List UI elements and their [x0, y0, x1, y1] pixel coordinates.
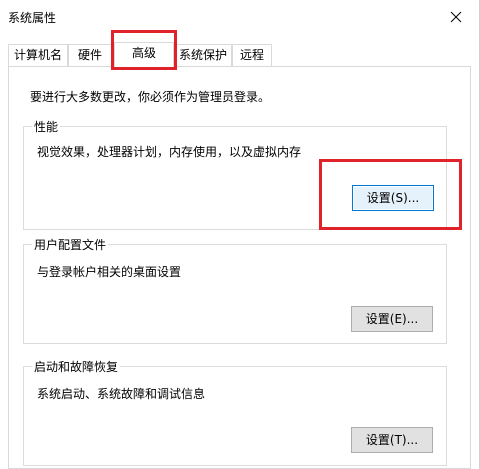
startup-recovery-group-title: 启动和故障恢复	[32, 358, 121, 375]
startup-recovery-description: 系统启动、系统故障和调试信息	[37, 387, 206, 401]
performance-settings-button[interactable]: 设置(S)...	[352, 185, 434, 211]
startup-recovery-settings-button[interactable]: 设置(T)...	[351, 427, 433, 453]
close-button[interactable]	[433, 0, 479, 34]
performance-group: 性能 视觉效果，处理器计划，内存使用，以及虚拟内存	[23, 118, 447, 230]
tab-strip: 计算机名 硬件 高级 系统保护 远程	[8, 42, 468, 67]
tab-remote[interactable]: 远程	[232, 44, 272, 66]
tab-advanced[interactable]: 高级	[114, 42, 174, 67]
title-bar: 系统属性	[0, 0, 479, 34]
user-profiles-settings-button[interactable]: 设置(E)...	[351, 306, 433, 332]
admin-notice: 要进行大多数更改，你必须作为管理员登录。	[30, 90, 271, 104]
tab-system-protection[interactable]: 系统保护	[174, 44, 232, 66]
performance-group-title: 性能	[32, 118, 61, 135]
window-title: 系统属性	[8, 11, 57, 25]
system-properties-window: 系统属性 计算机名 硬件 高级 系统保护 远程 要进行大多数更改，你必须作为管理…	[0, 0, 480, 469]
user-profiles-group-title: 用户配置文件	[32, 236, 109, 253]
user-profiles-description: 与登录帐户相关的桌面设置	[37, 265, 182, 279]
close-icon	[450, 11, 462, 23]
performance-description: 视觉效果，处理器计划，内存使用，以及虚拟内存	[37, 145, 302, 159]
tab-hardware[interactable]: 硬件	[68, 44, 112, 66]
tab-computer-name[interactable]: 计算机名	[8, 44, 68, 66]
